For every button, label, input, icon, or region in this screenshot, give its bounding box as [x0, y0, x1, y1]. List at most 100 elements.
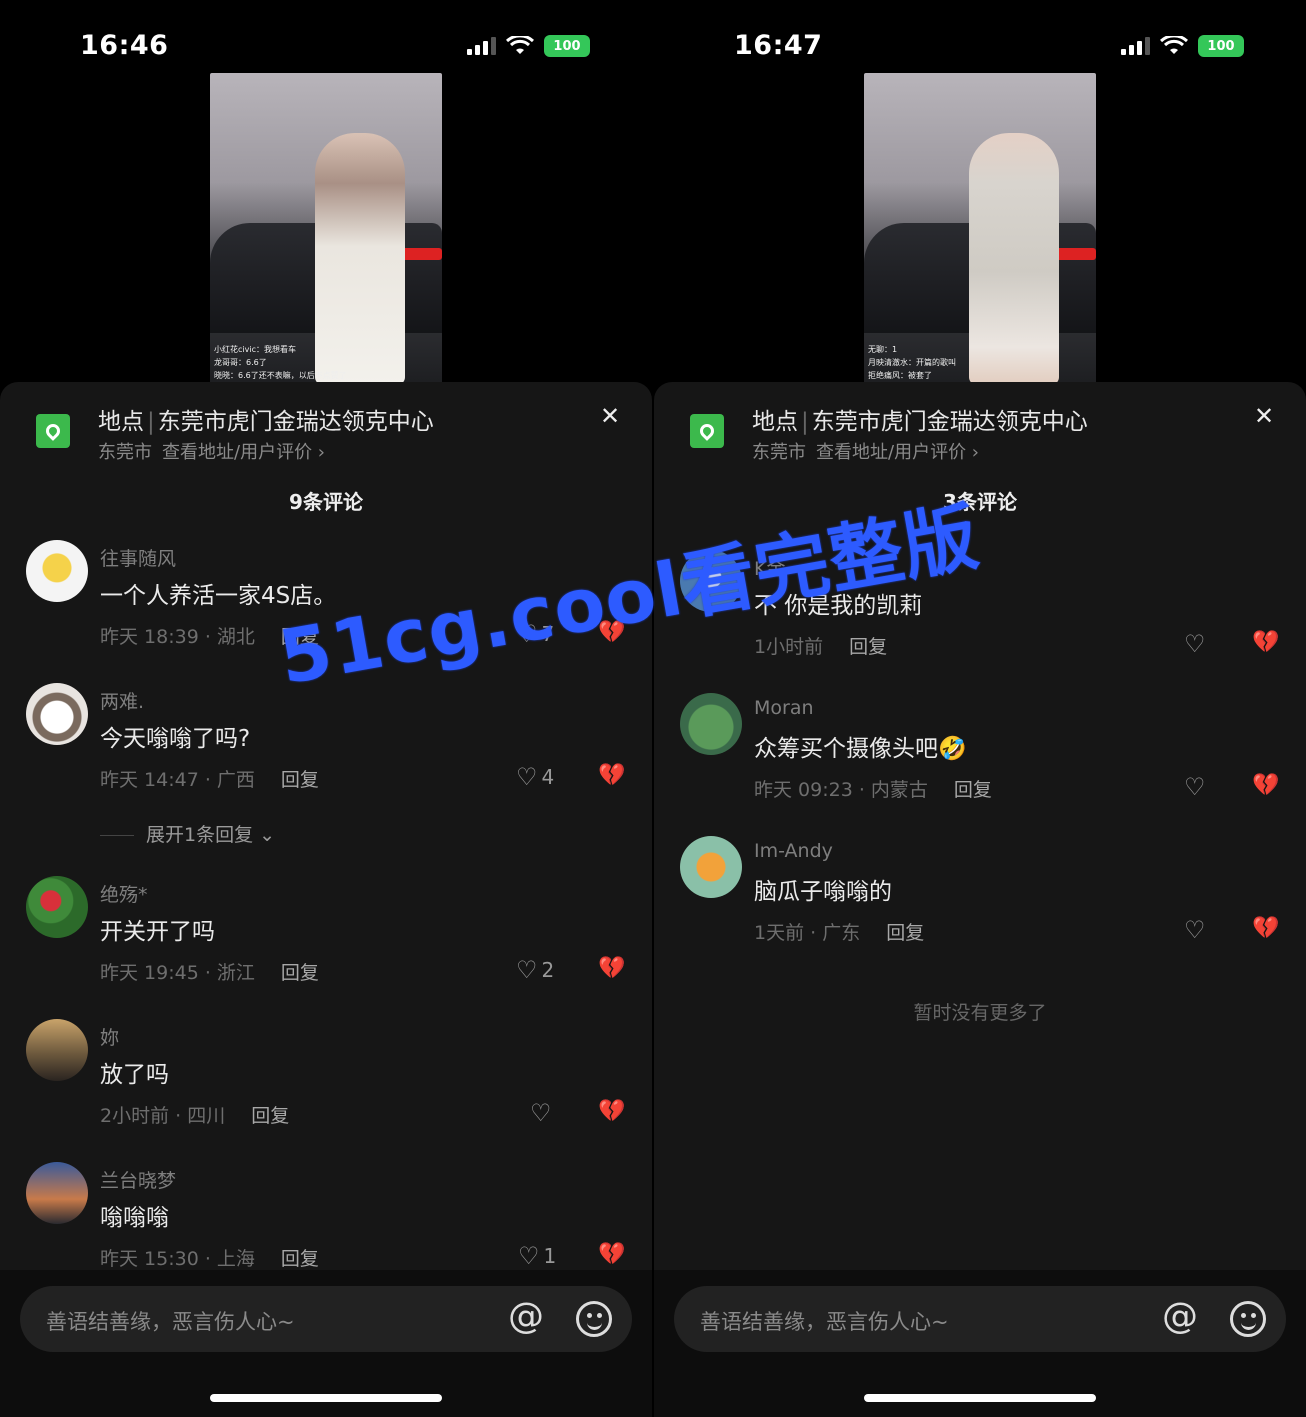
like-button[interactable]: ♡ 4: [516, 763, 554, 791]
location-subtitle: 东莞市 查看地址/用户评价 ›: [98, 438, 325, 464]
like-count: 2: [541, 958, 555, 982]
close-icon[interactable]: ✕: [1254, 402, 1274, 430]
comment-author[interactable]: 兰台晓梦: [100, 1166, 176, 1193]
mention-at-icon[interactable]: @: [1162, 1296, 1198, 1337]
expand-replies-button[interactable]: 展开1条回复 ⌄: [100, 820, 275, 847]
comment-meta: 昨天 19:45 · 浙江 回复: [100, 958, 319, 985]
like-button[interactable]: ♡ 1: [518, 1242, 556, 1270]
status-icons: 100: [1121, 35, 1244, 57]
like-count: 4: [541, 765, 555, 789]
close-icon[interactable]: ✕: [600, 402, 620, 430]
reply-button[interactable]: 回复: [251, 1105, 289, 1127]
comment-text: 众筹买个摄像头吧🤣: [754, 736, 967, 762]
live-chat-line: 拒绝痛风：被套了: [868, 371, 932, 380]
comment-author[interactable]: Im-Andy: [754, 840, 833, 862]
broken-heart-icon[interactable]: 💔: [1252, 773, 1279, 798]
location-title[interactable]: 地点 | 东莞市虎门金瑞达领克中心: [98, 402, 434, 436]
heart-icon: ♡: [516, 956, 538, 984]
emoji-icon[interactable]: [576, 1301, 612, 1337]
comment-time-location: 昨天 15:30 · 上海: [100, 1248, 255, 1270]
avatar[interactable]: [26, 1019, 88, 1081]
comment-item: Moran 众筹买个摄像头吧🤣 昨天 09:23 · 内蒙古 回复 ♡ 💔: [654, 693, 1306, 823]
comment-author[interactable]: 两难.: [100, 687, 144, 714]
comment-author[interactable]: 妳: [100, 1023, 119, 1050]
mention-at-icon[interactable]: @: [508, 1296, 544, 1337]
cellular-signal-icon: [467, 37, 496, 55]
avatar[interactable]: [26, 876, 88, 938]
status-time: 16:47: [734, 30, 823, 61]
location-name: 东莞市虎门金瑞达领克中心: [157, 409, 434, 435]
comment-author[interactable]: Moran: [754, 697, 814, 719]
comment-input[interactable]: 善语结善缘，恶言伤人心~ @: [674, 1286, 1286, 1352]
live-chat-overlay: 小红花civic：我想看车 龙哥哥：6.6了 晓晓：6.6了还不表嘛，以后不点赞…: [214, 342, 394, 381]
location-pin-icon: [690, 414, 724, 448]
avatar[interactable]: [26, 1162, 88, 1224]
live-chat-line: 小红花civic：我想看车: [214, 345, 296, 354]
reply-button[interactable]: 回复: [954, 779, 992, 801]
heart-icon: ♡: [1184, 630, 1206, 658]
home-indicator[interactable]: [210, 1394, 442, 1402]
broken-heart-icon[interactable]: 💔: [598, 1242, 625, 1267]
comment-meta: 2小时前 · 四川 回复: [100, 1101, 289, 1128]
location-subtitle: 东莞市 查看地址/用户评价 ›: [752, 438, 979, 464]
comment-input-bar: 善语结善缘，恶言伤人心~ @: [0, 1270, 652, 1417]
like-button[interactable]: ♡: [1184, 630, 1210, 658]
comment-time-location: 昨天 09:23 · 内蒙古: [754, 779, 928, 801]
comment-input[interactable]: 善语结善缘，恶言伤人心~ @: [20, 1286, 632, 1352]
no-more-comments: 暂时没有更多了: [913, 1002, 1047, 1024]
comment-meta: 1天前 · 广东 回复: [754, 918, 924, 945]
avatar[interactable]: [680, 693, 742, 755]
comment-text: 放了吗: [100, 1062, 169, 1088]
comment-meta: 昨天 15:30 · 上海 回复: [100, 1244, 319, 1271]
location-pin-icon: [36, 414, 70, 448]
live-chat-line: 龙哥哥：6.6了: [214, 358, 267, 367]
status-icons: 100: [467, 35, 590, 57]
avatar[interactable]: [26, 540, 88, 602]
comment-text: 嗡嗡嗡: [100, 1205, 169, 1231]
comment-time-location: 昨天 14:47 · 广西: [100, 769, 255, 791]
view-address-link[interactable]: 查看地址/用户评价 ›: [816, 442, 979, 463]
location-city: 东莞市: [98, 442, 152, 463]
avatar[interactable]: [680, 836, 742, 898]
reply-button[interactable]: 回复: [281, 769, 319, 791]
view-address-link[interactable]: 查看地址/用户评价 ›: [162, 442, 325, 463]
location-title[interactable]: 地点 | 东莞市虎门金瑞达领克中心: [752, 402, 1088, 436]
live-chat-overlay: 无聊：1 月映清澈水：开篇的歌叫 拒绝痛风：被套了: [868, 342, 1048, 381]
video-thumbnail[interactable]: 无聊：1 月映清澈水：开篇的歌叫 拒绝痛风：被套了: [864, 73, 1096, 385]
like-button[interactable]: ♡: [530, 1099, 556, 1127]
avatar[interactable]: [26, 683, 88, 745]
broken-heart-icon[interactable]: 💔: [598, 763, 625, 788]
wifi-icon: [1160, 36, 1188, 54]
comment-sheet: 地点 | 东莞市虎门金瑞达领克中心 东莞市 查看地址/用户评价 › ✕ 9条评论 往事…: [0, 382, 652, 1417]
reply-button[interactable]: 回复: [886, 922, 924, 944]
broken-heart-icon[interactable]: 💔: [1252, 916, 1279, 941]
like-button[interactable]: ♡: [1184, 916, 1210, 944]
reply-button[interactable]: 回复: [849, 636, 887, 658]
comment-time-location: 1小时前: [754, 636, 824, 658]
reply-button[interactable]: 回复: [281, 962, 319, 984]
comment-author[interactable]: 绝殇*: [100, 880, 148, 907]
like-button[interactable]: ♡: [1184, 773, 1210, 801]
emoji-icon[interactable]: [1230, 1301, 1266, 1337]
comment-count: 9条评论: [289, 490, 363, 514]
live-chat-line: 月映清澈水：开篇的歌叫: [868, 358, 956, 367]
live-chat-line: 晓晓：6.6了还不表嘛，以后不点赞了: [214, 371, 347, 380]
cellular-signal-icon: [1121, 37, 1150, 55]
heart-icon: ♡: [1184, 916, 1206, 944]
broken-heart-icon[interactable]: 💔: [598, 956, 625, 981]
location-city: 东莞市: [752, 442, 806, 463]
broken-heart-icon[interactable]: 💔: [598, 1099, 625, 1124]
comment-author[interactable]: 往事随风: [100, 544, 176, 571]
reply-button[interactable]: 回复: [281, 1248, 319, 1270]
heart-icon: ♡: [518, 1242, 540, 1270]
expand-replies-label: 展开1条回复: [146, 824, 254, 846]
home-indicator[interactable]: [864, 1394, 1096, 1402]
location-name: 东莞市虎门金瑞达领克中心: [811, 409, 1088, 435]
left-phone-screen: 16:46 100 小红花civic：我想看车 龙哥哥：6.6了 晓晓：6.6了…: [0, 0, 652, 1417]
location-label: 地点: [98, 409, 144, 435]
broken-heart-icon[interactable]: 💔: [1252, 630, 1279, 655]
battery-icon: 100: [544, 35, 590, 57]
battery-icon: 100: [1198, 35, 1244, 57]
video-thumbnail[interactable]: 小红花civic：我想看车 龙哥哥：6.6了 晓晓：6.6了还不表嘛，以后不点赞…: [210, 73, 442, 385]
like-button[interactable]: ♡ 2: [516, 956, 554, 984]
